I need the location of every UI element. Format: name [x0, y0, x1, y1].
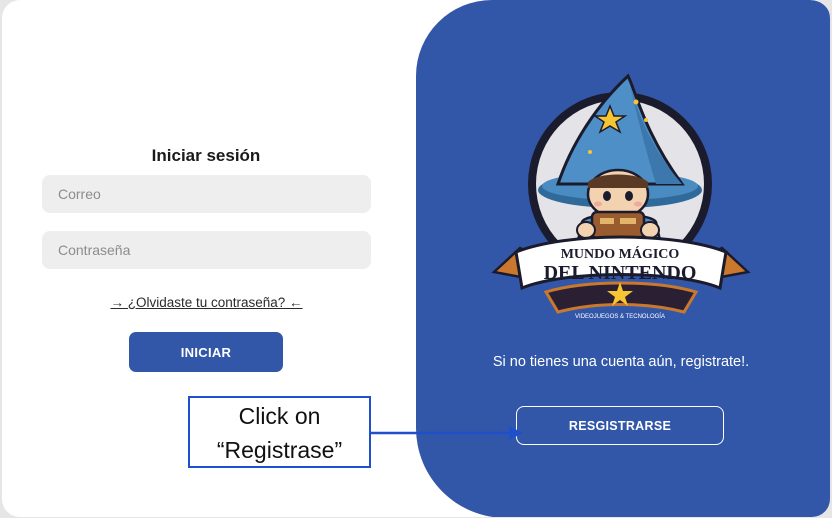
email-field[interactable] [42, 175, 371, 213]
login-button[interactable]: INICIAR [129, 332, 283, 372]
password-field[interactable] [42, 231, 371, 269]
forgot-password-link[interactable]: → ¿Olvidaste tu contraseña? ← [42, 295, 371, 310]
login-title: Iniciar sesión [151, 146, 261, 165]
logo-tagline: VIDEOJUEGOS & TECNOLOGÍA [575, 313, 665, 320]
logo-line2: DEL NINTENDO [544, 262, 697, 284]
instruction-callout: Click on “Registrase” [188, 396, 371, 468]
logo-line1: MUNDO MÁGICO [561, 245, 680, 262]
register-button[interactable]: RESGISTRARSE [516, 406, 724, 445]
callout-line2: “Registrase” [216, 437, 343, 463]
callout-line1: Click on [238, 403, 321, 429]
callout-arrow-icon [371, 426, 523, 440]
wizard-logo-icon: MUNDO MÁGICO DEL NINTENDO VIDEOJUEGOS & … [491, 73, 751, 320]
register-prompt: Si no tienes una cuenta aún, registrate!… [492, 354, 750, 370]
